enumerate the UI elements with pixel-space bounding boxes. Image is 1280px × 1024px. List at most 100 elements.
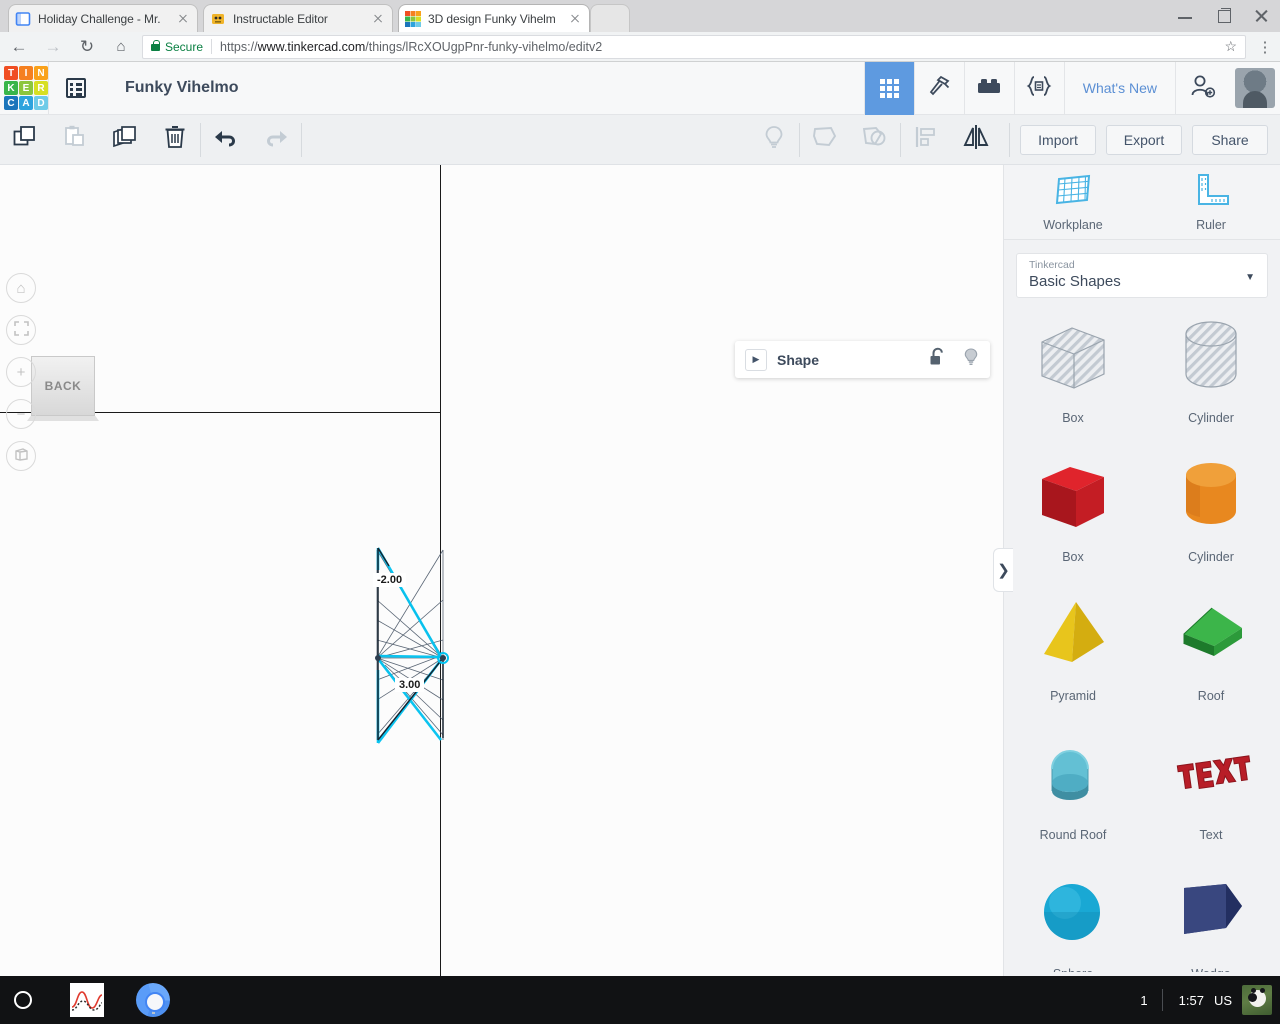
tab-build[interactable] xyxy=(913,61,964,115)
browser-forward-button[interactable]: → xyxy=(38,32,68,62)
dimension-label-width[interactable]: 3.00 xyxy=(395,678,425,692)
shape-expand-button[interactable]: ▶ xyxy=(745,348,767,371)
home-view-button[interactable]: ⌂ xyxy=(6,273,36,303)
browser-tab-3[interactable]: 3D design Funky Vihelm xyxy=(398,4,590,32)
lightbulb-icon[interactable] xyxy=(962,347,980,373)
shape-item-box[interactable]: Box xyxy=(1004,448,1142,587)
list-menu-icon xyxy=(66,78,86,98)
unlock-icon[interactable] xyxy=(929,347,946,372)
design-menu-button[interactable] xyxy=(49,62,103,115)
browser-reload-button[interactable]: ↻ xyxy=(72,32,102,62)
chromium-icon[interactable] xyxy=(136,983,170,1017)
sidebar-collapse-handle[interactable]: ❯ xyxy=(993,548,1013,592)
input-locale[interactable]: US xyxy=(1204,993,1242,1008)
fit-view-button[interactable] xyxy=(6,315,36,345)
shape-item-pyramid[interactable]: Pyramid xyxy=(1004,587,1142,726)
shape-item-round-roof[interactable]: Round Roof xyxy=(1004,726,1142,865)
copy-icon xyxy=(12,124,38,155)
design-canvas[interactable]: BACK ⌂ + − -2.00 3.00 ▶ Shape xyxy=(0,165,1003,976)
clock[interactable]: 1:57 xyxy=(1163,993,1204,1008)
copy-button[interactable] xyxy=(0,115,50,165)
tab-close-icon[interactable] xyxy=(567,11,583,27)
shape-item-text[interactable]: Text xyxy=(1142,726,1280,865)
tab-blocks[interactable] xyxy=(963,61,1014,115)
panda-avatar[interactable] xyxy=(1242,985,1272,1015)
tinkercad-logo[interactable]: T I N K E R C A D xyxy=(4,66,48,110)
browser-home-button[interactable]: ⌂ xyxy=(106,32,136,62)
browser-back-button[interactable]: ← xyxy=(4,32,34,62)
tab-gallery[interactable] xyxy=(863,61,914,115)
minus-icon: − xyxy=(16,405,26,423)
export-button[interactable]: Export xyxy=(1106,124,1182,155)
paste-button[interactable] xyxy=(50,115,100,165)
align-icon xyxy=(913,125,939,154)
browser-tab-2[interactable]: Instructable Editor xyxy=(203,4,393,32)
avatar[interactable] xyxy=(1235,68,1275,108)
shape-item-wedge[interactable]: Wedge xyxy=(1142,865,1280,972)
add-user-button[interactable] xyxy=(1175,61,1229,115)
browser-toolbar: ← → ↻ ⌂ Secure https://www.tinkercad.com… xyxy=(0,32,1280,62)
tab-close-icon[interactable] xyxy=(370,11,386,27)
window-minimize-button[interactable] xyxy=(1166,0,1204,32)
graph-app-icon[interactable] xyxy=(70,983,104,1017)
shape-item-cylinder-hole[interactable]: Cylinder xyxy=(1142,309,1280,448)
taskbar-status-area: 1 1:57 US xyxy=(1126,985,1280,1015)
logo-tile-i: I xyxy=(19,66,33,80)
undo-button[interactable] xyxy=(201,115,251,165)
new-tab-button[interactable] xyxy=(590,4,630,32)
shape-item-roof[interactable]: Roof xyxy=(1142,587,1280,726)
address-bar[interactable]: Secure https://www.tinkercad.com/things/… xyxy=(142,34,1246,59)
delete-button[interactable] xyxy=(150,115,200,165)
cylinder-hole-icon xyxy=(1169,315,1253,399)
dimension-label-height[interactable]: -2.00 xyxy=(373,573,407,587)
align-button[interactable] xyxy=(901,115,951,165)
orthographic-toggle-button[interactable] xyxy=(6,441,36,471)
grid-icon xyxy=(879,78,899,98)
brick-icon xyxy=(976,76,1002,101)
window-count-badge[interactable]: 1 xyxy=(1126,993,1161,1008)
toolbar-divider xyxy=(301,122,302,157)
browser-tab-title: Holiday Challenge - Mr. xyxy=(38,11,161,26)
shape-inspector-panel[interactable]: ▶ Shape xyxy=(735,341,990,378)
sidebar-tool-ruler[interactable]: Ruler xyxy=(1142,165,1280,239)
duplicate-button[interactable] xyxy=(100,115,150,165)
url-path: /things/lRcXOUgpPnr-funky-vihelmo/editv2 xyxy=(365,39,603,54)
tab-close-icon[interactable] xyxy=(175,11,191,27)
library-collection-label: Basic Shapes xyxy=(1029,273,1121,290)
bookmark-star-icon[interactable]: ☆ xyxy=(1224,38,1241,55)
share-button[interactable]: Share xyxy=(1192,124,1268,155)
browser-tab-title: 3D design Funky Vihelm xyxy=(428,11,556,26)
tinkercad-icon xyxy=(405,10,421,27)
import-button[interactable]: Import xyxy=(1020,124,1096,155)
whats-new-link[interactable]: What's New xyxy=(1063,61,1175,115)
logo-tile-t: T xyxy=(4,66,18,80)
launcher-icon[interactable] xyxy=(14,991,32,1009)
browser-tab-1[interactable]: Holiday Challenge - Mr. xyxy=(8,4,198,32)
redo-button[interactable] xyxy=(251,115,301,165)
tab-codeblocks[interactable] xyxy=(1013,61,1064,115)
selected-3d-object[interactable]: -2.00 3.00 xyxy=(355,540,465,750)
view-cube[interactable]: BACK xyxy=(31,356,95,416)
lightbulb-button[interactable] xyxy=(749,115,799,165)
logo-tile-e: E xyxy=(19,81,33,95)
window-close-button[interactable] xyxy=(1242,0,1280,32)
zoom-out-button[interactable]: − xyxy=(6,399,36,429)
shape-item-label: Text xyxy=(1199,828,1223,842)
browser-menu-icon[interactable]: ⋮ xyxy=(1254,38,1276,56)
group-button[interactable] xyxy=(800,115,850,165)
chevron-right-icon: ▶ xyxy=(752,354,760,364)
shape-item-box-hole[interactable]: Box xyxy=(1004,309,1142,448)
home-icon: ⌂ xyxy=(16,279,26,297)
shape-library-select[interactable]: Tinkercad Basic Shapes ▼ xyxy=(1016,253,1268,298)
shapes-grid[interactable]: Box Cylinder Box Cylinder Pyramid Roof R… xyxy=(1004,309,1280,972)
shape-item-sphere[interactable]: Sphere xyxy=(1004,865,1142,972)
robot-icon xyxy=(210,11,226,27)
shape-item-label: Sphere xyxy=(1053,967,1093,972)
add-user-icon xyxy=(1189,73,1217,104)
sidebar-tool-workplane[interactable]: Workplane xyxy=(1004,165,1142,239)
mirror-button[interactable] xyxy=(951,115,1001,165)
shape-item-cylinder[interactable]: Cylinder xyxy=(1142,448,1280,587)
zoom-in-button[interactable]: + xyxy=(6,357,36,387)
ungroup-button[interactable] xyxy=(850,115,900,165)
window-restore-button[interactable] xyxy=(1204,0,1242,32)
